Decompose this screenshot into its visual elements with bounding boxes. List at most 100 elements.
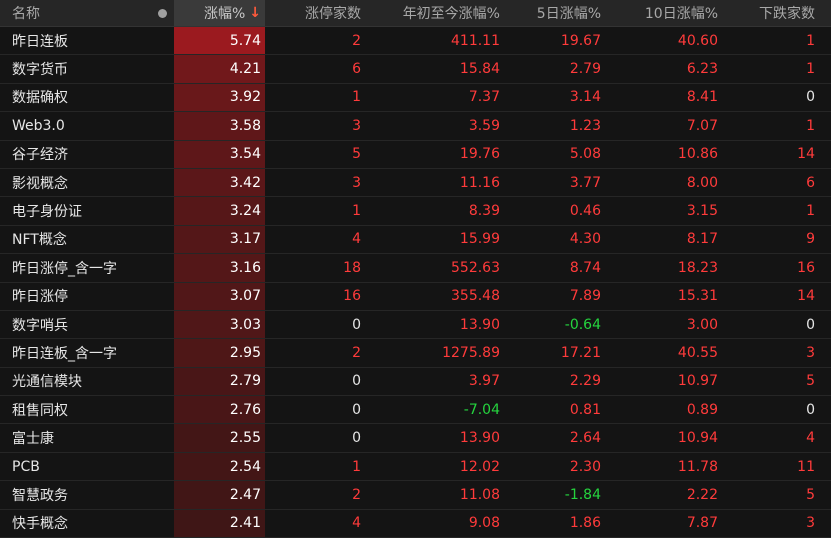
row-10d-pct: 40.60 <box>677 32 718 49</box>
row-limit-up-count: 1 <box>352 203 361 220</box>
row-limit-up-count: 2 <box>352 344 361 361</box>
row-change-pct: 2.95 <box>174 339 265 367</box>
row-name: PCB <box>12 458 40 475</box>
row-5d-pct: 2.29 <box>569 373 601 390</box>
column-header-ytd-pct[interactable]: 年初至今涨幅% <box>365 0 506 26</box>
row-down-count: 0 <box>806 316 815 333</box>
row-5d-pct: 2.79 <box>569 61 601 78</box>
row-limit-up-count: 16 <box>343 288 361 305</box>
row-limit-up-count: 18 <box>343 259 361 276</box>
row-ytd-pct: -7.04 <box>463 401 500 418</box>
row-change-pct: 3.17 <box>174 225 265 254</box>
row-down-count: 3 <box>806 344 815 361</box>
row-limit-up-count: 2 <box>352 32 361 49</box>
row-dot <box>150 27 174 54</box>
row-name: 谷子经济 <box>12 147 68 164</box>
table-row[interactable]: 数字哨兵 3.03 0 13.90 -0.64 3.00 0 <box>0 310 831 340</box>
column-header-change-pct[interactable]: 涨幅% ↓ <box>174 0 265 26</box>
row-dot <box>150 396 174 423</box>
row-limit-up-count: 4 <box>352 515 361 532</box>
row-ytd-pct: 3.59 <box>468 117 500 134</box>
row-10d-pct: 3.15 <box>686 203 718 220</box>
column-header-5d-pct[interactable]: 5日涨幅% <box>506 0 607 26</box>
row-down-count: 4 <box>806 430 815 447</box>
table-header: 名称 涨幅% ↓ 涨停家数 年初至今涨幅% 5日涨幅% 10日涨幅% 下跌家数 <box>0 0 831 27</box>
row-5d-pct: 3.77 <box>569 174 601 191</box>
table-row[interactable]: 昨日连板_含一字 2.95 2 1275.89 17.21 40.55 3 <box>0 339 831 368</box>
row-10d-pct: 6.23 <box>686 61 718 78</box>
column-header-10d-pct[interactable]: 10日涨幅% <box>607 0 720 26</box>
row-10d-pct: 11.78 <box>677 458 718 475</box>
row-ytd-pct: 7.37 <box>468 89 500 106</box>
row-limit-up-count: 4 <box>352 231 361 248</box>
row-change-pct: 2.55 <box>174 424 265 452</box>
row-name: 昨日涨停_含一字 <box>12 260 117 277</box>
row-5d-pct: 2.30 <box>569 458 601 475</box>
column-header-change-pct-label: 涨幅% <box>203 6 246 22</box>
row-5d-pct: -0.64 <box>564 316 601 333</box>
row-down-count: 0 <box>806 401 815 418</box>
table-row[interactable]: 电子身份证 3.24 1 8.39 0.46 3.15 1 <box>0 197 831 226</box>
row-dot <box>150 453 174 480</box>
row-5d-pct: 17.21 <box>560 344 601 361</box>
row-down-count: 5 <box>806 373 815 390</box>
column-header-dot[interactable] <box>150 0 174 26</box>
row-dot <box>150 339 174 366</box>
row-dot <box>150 424 174 451</box>
row-dot <box>150 112 174 139</box>
column-header-limit-up-count[interactable]: 涨停家数 <box>265 0 365 26</box>
row-name: 昨日连板_含一字 <box>12 345 117 362</box>
table-row[interactable]: 数据确权 3.92 1 7.37 3.14 8.41 0 <box>0 83 831 113</box>
row-dot <box>150 510 174 537</box>
row-down-count: 14 <box>797 288 815 305</box>
row-ytd-pct: 19.76 <box>459 146 500 163</box>
row-ytd-pct: 3.97 <box>468 373 500 390</box>
row-change-pct: 2.54 <box>174 452 265 481</box>
row-5d-pct: 0.46 <box>569 203 601 220</box>
row-5d-pct: 7.89 <box>569 288 601 305</box>
table-row[interactable]: 智慧政务 2.47 2 11.08 -1.84 2.22 5 <box>0 481 831 510</box>
row-limit-up-count: 1 <box>352 458 361 475</box>
table-row[interactable]: 影视概念 3.42 3 11.16 3.77 8.00 6 <box>0 168 831 198</box>
table-row[interactable]: 光通信模块 2.79 0 3.97 2.29 10.97 5 <box>0 367 831 397</box>
row-name: 智慧政务 <box>12 487 68 504</box>
table-row[interactable]: 快手概念 2.41 4 9.08 1.86 7.87 3 <box>0 509 831 538</box>
table-row[interactable]: Web3.0 3.58 3 3.59 1.23 7.07 1 <box>0 112 831 141</box>
row-ytd-pct: 1275.89 <box>442 344 500 361</box>
table-row[interactable]: 谷子经济 3.54 5 19.76 5.08 10.86 14 <box>0 140 831 169</box>
row-dot <box>150 254 174 281</box>
row-limit-up-count: 0 <box>352 401 361 418</box>
row-change-pct: 5.74 <box>174 27 265 55</box>
row-10d-pct: 10.94 <box>677 430 718 447</box>
table-row[interactable]: 数字货币 4.21 6 15.84 2.79 6.23 1 <box>0 55 831 84</box>
row-limit-up-count: 0 <box>352 430 361 447</box>
row-ytd-pct: 13.90 <box>459 316 500 333</box>
row-change-pct: 4.21 <box>174 55 265 83</box>
table-row[interactable]: 昨日连板 5.74 2 411.11 19.67 40.60 1 <box>0 27 831 56</box>
row-change-pct: 3.24 <box>174 197 265 225</box>
row-10d-pct: 8.41 <box>686 89 718 106</box>
row-dot <box>150 226 174 253</box>
row-name: Web3.0 <box>12 117 65 134</box>
row-change-pct: 3.42 <box>174 168 265 197</box>
table-row[interactable]: 昨日涨停_含一字 3.16 18 552.63 8.74 18.23 16 <box>0 254 831 283</box>
circle-icon <box>157 8 167 18</box>
row-change-pct: 3.07 <box>174 282 265 310</box>
row-dot <box>150 197 174 224</box>
table-row[interactable]: 富士康 2.55 0 13.90 2.64 10.94 4 <box>0 424 831 453</box>
sort-arrow-down-icon: ↓ <box>249 5 261 21</box>
table-row[interactable]: 昨日涨停 3.07 16 355.48 7.89 15.31 14 <box>0 282 831 311</box>
table-row[interactable]: 租售同权 2.76 0 -7.04 0.81 0.89 0 <box>0 396 831 425</box>
row-down-count: 1 <box>806 32 815 49</box>
row-down-count: 9 <box>806 231 815 248</box>
table-row[interactable]: PCB 2.54 1 12.02 2.30 11.78 11 <box>0 452 831 482</box>
column-header-name[interactable]: 名称 <box>0 0 150 26</box>
row-10d-pct: 40.55 <box>677 344 718 361</box>
column-header-down-count[interactable]: 下跌家数 <box>720 0 831 26</box>
table-row[interactable]: NFT概念 3.17 4 15.99 4.30 8.17 9 <box>0 225 831 255</box>
row-5d-pct: 1.23 <box>569 117 601 134</box>
row-down-count: 1 <box>806 117 815 134</box>
row-change-pct: 3.92 <box>174 83 265 112</box>
row-ytd-pct: 15.99 <box>459 231 500 248</box>
row-limit-up-count: 3 <box>352 117 361 134</box>
